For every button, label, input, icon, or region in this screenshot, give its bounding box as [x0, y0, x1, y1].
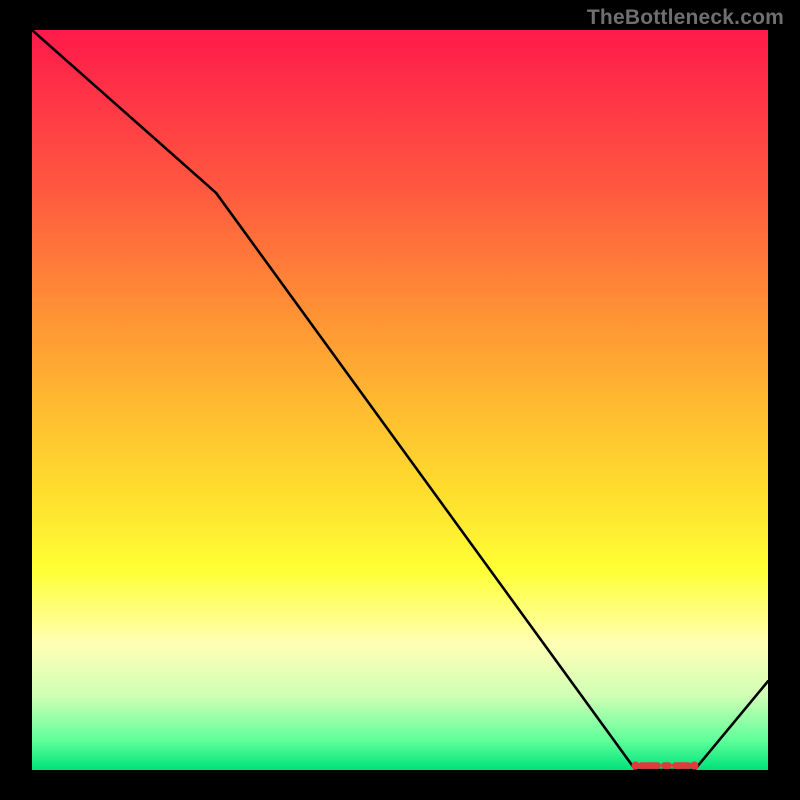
- trough-marker-group: [631, 761, 698, 769]
- chart-overlay: [32, 30, 768, 770]
- watermark-text: TheBottleneck.com: [587, 6, 784, 30]
- chart-frame: TheBottleneck.com: [0, 0, 800, 800]
- chart-svg: [32, 30, 768, 770]
- main-curve: [32, 30, 768, 770]
